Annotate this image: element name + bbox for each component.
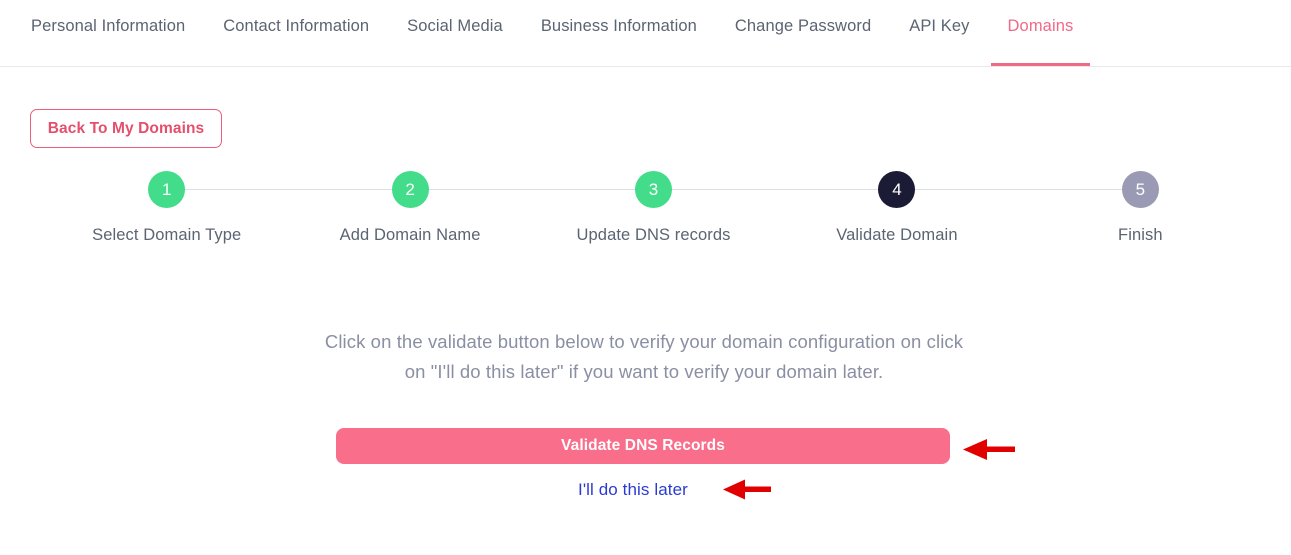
step-number-badge: 2 (391, 171, 429, 208)
step-update-dns-records[interactable]: 3 Update DNS records (532, 171, 775, 245)
tab-business-information[interactable]: Business Information (522, 0, 716, 66)
back-to-my-domains-button[interactable]: Back To My Domains (30, 109, 222, 148)
step-number-badge: 3 (635, 171, 673, 208)
tab-label: API Key (909, 17, 970, 35)
ill-do-this-later-link[interactable]: I'll do this later (578, 480, 688, 500)
settings-tab-bar: Personal Information Contact Information… (0, 0, 1291, 67)
step-finish[interactable]: 5 Finish (1019, 171, 1262, 245)
tab-label: Domains (1007, 17, 1074, 35)
tab-domains[interactable]: Domains (989, 0, 1093, 66)
tab-contact-information[interactable]: Contact Information (204, 0, 388, 66)
tab-api-key[interactable]: API Key (890, 0, 988, 66)
validate-dns-records-button[interactable]: Validate DNS Records (336, 428, 950, 464)
tab-label: Personal Information (31, 17, 186, 35)
tab-label: Contact Information (223, 17, 370, 35)
annotation-arrow-to-validate-button (963, 439, 1015, 460)
validation-instruction-text: Click on the validate button below to ve… (324, 331, 964, 382)
tab-change-password[interactable]: Change Password (716, 0, 890, 66)
tab-label: Business Information (540, 17, 697, 35)
step-label: Validate Domain (836, 226, 958, 244)
step-number-badge: 1 (148, 171, 186, 208)
tab-label: Social Media (407, 17, 503, 35)
step-number-badge: 4 (878, 171, 916, 208)
step-label: Finish (1118, 226, 1163, 244)
domain-setup-stepper: 1 Select Domain Type 2 Add Domain Name 3… (45, 171, 1262, 261)
step-label: Add Domain Name (339, 226, 481, 244)
step-label: Update DNS records (576, 226, 731, 244)
step-label: Select Domain Type (92, 226, 242, 244)
step-validate-domain[interactable]: 4 Validate Domain (775, 171, 1018, 245)
step-add-domain-name[interactable]: 2 Add Domain Name (288, 171, 531, 245)
step-select-domain-type[interactable]: 1 Select Domain Type (45, 171, 288, 245)
tab-social-media[interactable]: Social Media (388, 0, 522, 66)
step-number-badge: 5 (1121, 171, 1159, 208)
tab-personal-information[interactable]: Personal Information (12, 0, 204, 66)
annotation-arrow-to-later-link (723, 479, 771, 500)
tab-label: Change Password (734, 17, 872, 35)
